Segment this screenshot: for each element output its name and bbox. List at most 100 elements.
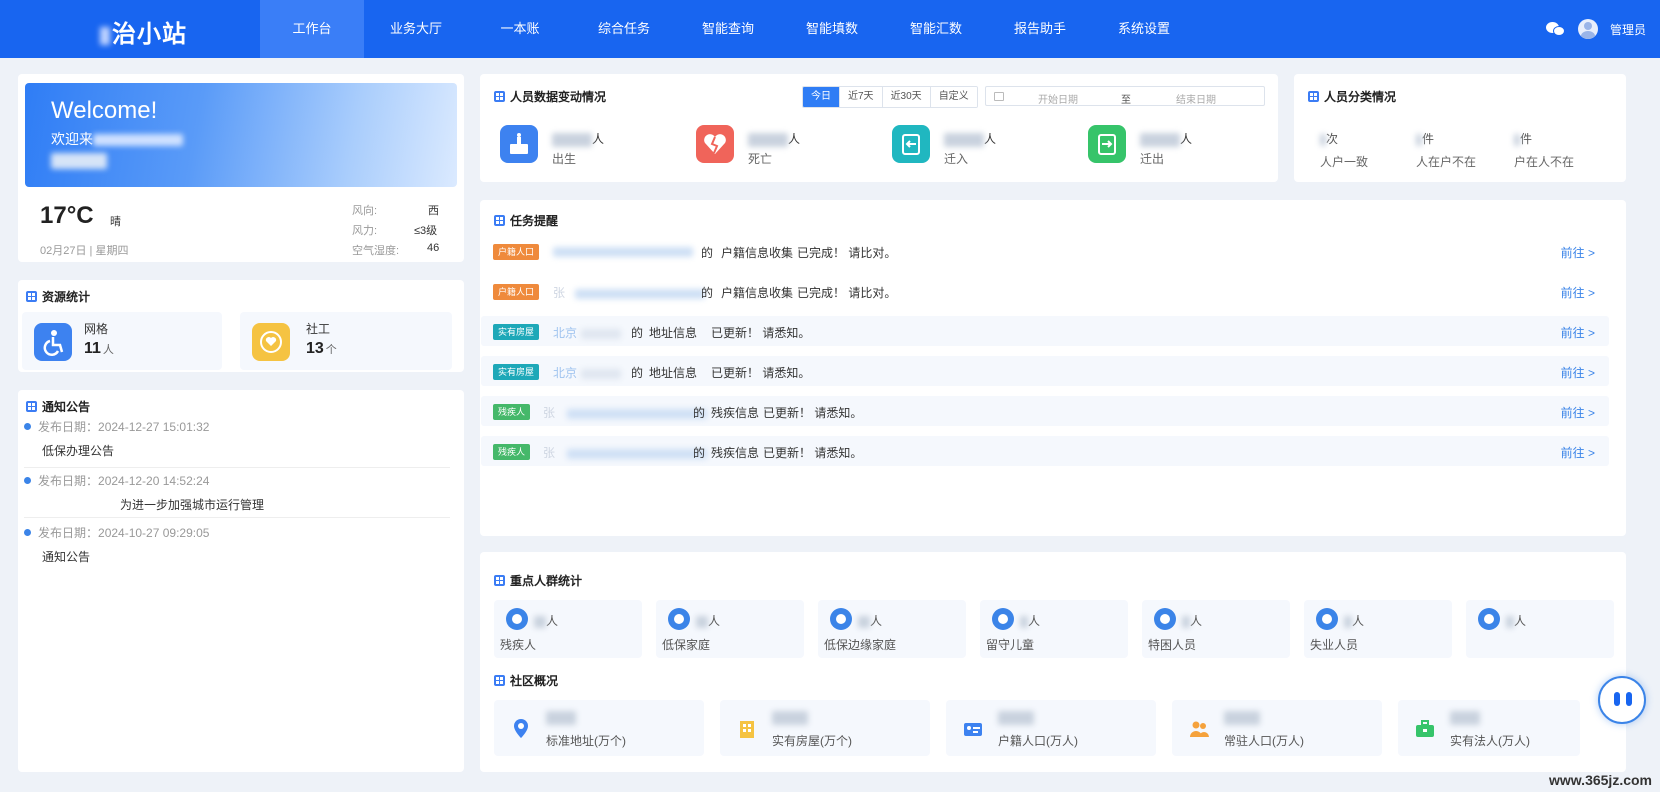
date-range-picker[interactable]: 开始日期 至 结束日期 <box>985 86 1265 106</box>
group-left-behind-children[interactable]: 人留守儿童 <box>980 600 1128 658</box>
change-death[interactable]: 人 死亡 <box>696 122 876 170</box>
notice-item[interactable]: 发布日期：2024-12-20 14:52:24 为进一步加强城市运行管理 <box>24 472 450 518</box>
classification-label: 人户一致 <box>1320 155 1369 169</box>
broken-heart-icon <box>696 125 734 163</box>
go-link[interactable]: 前往 > <box>1561 444 1595 461</box>
end-date-input[interactable]: 结束日期 <box>1176 91 1216 106</box>
group-other[interactable]: 人 <box>1466 600 1614 658</box>
classification-item[interactable]: 件 户在人不在 <box>1514 130 1574 170</box>
nav-business-hall[interactable]: 业务大厅 <box>364 0 468 58</box>
change-unit: 人 <box>592 132 605 146</box>
blurred-name <box>567 448 708 459</box>
tab-7-days[interactable]: 近7天 <box>840 87 883 107</box>
group-unit: 人 <box>1514 614 1527 628</box>
task-link[interactable]: 残疾信息 <box>711 444 759 461</box>
avatar[interactable] <box>1577 19 1598 39</box>
change-move-in[interactable]: 人 迁入 <box>892 122 1072 170</box>
person-icon <box>1478 608 1500 630</box>
go-link[interactable]: 前往 > <box>1561 324 1595 341</box>
nav-tasks[interactable]: 综合任务 <box>572 0 676 58</box>
go-link[interactable]: 前往 > <box>1561 404 1595 421</box>
task-link[interactable]: 户籍信息收集 <box>721 284 793 301</box>
group-value: 人 <box>696 612 720 629</box>
community-registered-population[interactable]: 户籍人口(万人) <box>946 700 1156 756</box>
task-link[interactable]: 户籍信息收集 <box>721 244 793 261</box>
classification-item[interactable]: 次 人户一致 <box>1320 130 1368 170</box>
weather-temp: 17°C <box>40 202 94 229</box>
group-disabled[interactable]: 人残疾人 <box>494 600 642 658</box>
community-legal-persons[interactable]: 实有法人(万人) <box>1398 700 1580 756</box>
grid-icon <box>26 291 37 302</box>
notice-item[interactable]: 发布日期：2024-12-27 15:01:32 低保办理公告 <box>24 418 450 468</box>
group-unemployed[interactable]: 人失业人员 <box>1304 600 1452 658</box>
wechat-icon[interactable] <box>1545 21 1566 37</box>
nav-smart-aggregate[interactable]: 智能汇数 <box>884 0 988 58</box>
notice-item[interactable]: 发布日期：2024-10-27 09:29:05 通知公告 <box>24 524 450 564</box>
task-prefix: 张 <box>543 404 708 421</box>
tab-custom[interactable]: 自定义 <box>930 87 977 107</box>
community-title-text: 社区概况 <box>510 674 559 688</box>
task-of: 的 <box>631 366 644 380</box>
community-label: 户籍人口(万人) <box>998 734 1078 748</box>
group-unit: 人 <box>870 614 883 628</box>
grid-icon <box>1308 91 1319 102</box>
wind-dir-label: 风向: <box>352 205 378 217</box>
task-row[interactable]: 残疾人 张 的 残疾信息 已更新！ 请悉知。 前往 > <box>481 436 1609 466</box>
go-link[interactable]: 前往 > <box>1561 364 1595 381</box>
blurred-value <box>1020 615 1028 628</box>
nav-system-settings[interactable]: 系统设置 <box>1092 0 1196 58</box>
child-icon <box>992 608 1014 630</box>
task-of: 的 <box>631 326 644 340</box>
nav-smart-query[interactable]: 智能查询 <box>676 0 780 58</box>
start-date-input[interactable]: 开始日期 <box>1038 91 1078 106</box>
nav-report-assistant[interactable]: 报告助手 <box>988 0 1092 58</box>
task-tag: 实有房屋 <box>493 324 540 340</box>
resource-grid[interactable]: 网格 11 人 <box>22 312 222 370</box>
weekday-text: 星期四 <box>95 245 129 257</box>
tab-30-days[interactable]: 近30天 <box>882 87 931 107</box>
tab-today[interactable]: 今日 <box>803 87 840 107</box>
notice-text: 低保办理公告 <box>42 444 115 458</box>
task-tag: 户籍人口 <box>493 284 540 300</box>
change-move-out[interactable]: 人 迁出 <box>1088 122 1268 170</box>
community-standard-address[interactable]: 标准地址(万个) <box>494 700 704 756</box>
calendar-icon <box>994 92 1004 101</box>
task-status: 已更新！ 请悉知。 <box>763 406 863 420</box>
group-label: 失业人员 <box>1310 638 1359 652</box>
resource-social-worker[interactable]: 社工 13 个 <box>240 312 452 370</box>
group-low-income[interactable]: 人低保家庭 <box>656 600 804 658</box>
notice-date-value: 2024-12-20 14:52:24 <box>98 474 210 488</box>
person-change-title: 人员数据变动情况 <box>494 88 606 105</box>
task-row[interactable]: 实有房屋 北京 的 地址信息 已更新！ 请悉知。 前往 > <box>481 316 1609 346</box>
task-row[interactable]: 实有房屋 北京 的 地址信息 已更新！ 请悉知。 前往 > <box>481 356 1609 386</box>
task-of: 的 <box>701 246 714 260</box>
task-link[interactable]: 地址信息 <box>649 324 697 341</box>
home-icon <box>830 608 852 630</box>
group-label: 特困人员 <box>1148 638 1197 652</box>
go-link[interactable]: 前往 > <box>1561 244 1595 261</box>
nav-ledger[interactable]: 一本账 <box>468 0 572 58</box>
classification-item[interactable]: 件 人在户不在 <box>1416 130 1476 170</box>
task-row[interactable]: 户籍人口 张 的 户籍信息收集 已完成！ 请比对。 前往 > <box>481 276 1609 306</box>
assistant-bot-icon[interactable] <box>1598 676 1646 724</box>
nav-smart-fill[interactable]: 智能填数 <box>780 0 884 58</box>
task-link[interactable]: 残疾信息 <box>711 404 759 421</box>
grid-icon <box>26 401 37 412</box>
community-resident-population[interactable]: 常驻人口(万人) <box>1172 700 1382 756</box>
change-unit: 人 <box>788 132 801 146</box>
blurred-value <box>1450 710 1480 725</box>
resource-title-text: 资源统计 <box>42 290 91 304</box>
group-extreme-poverty[interactable]: 人特困人员 <box>1142 600 1290 658</box>
community-value <box>546 710 576 725</box>
username[interactable]: 管理员 <box>1610 21 1646 38</box>
task-row[interactable]: 户籍人口 的 户籍信息收集 已完成！ 请比对。 前往 > <box>481 236 1609 266</box>
task-row[interactable]: 残疾人 张 的 残疾信息 已更新！ 请悉知。 前往 > <box>481 396 1609 426</box>
community-houses[interactable]: 实有房屋(万个) <box>720 700 930 756</box>
task-link[interactable]: 地址信息 <box>649 364 697 381</box>
nav-workbench[interactable]: 工作台 <box>260 0 364 58</box>
people-icon <box>1154 608 1176 630</box>
app-logo[interactable]: 治小站 <box>100 14 187 49</box>
go-link[interactable]: 前往 > <box>1561 284 1595 301</box>
change-birth[interactable]: 人 出生 <box>500 122 680 170</box>
group-near-low-income[interactable]: 人低保边缘家庭 <box>818 600 966 658</box>
